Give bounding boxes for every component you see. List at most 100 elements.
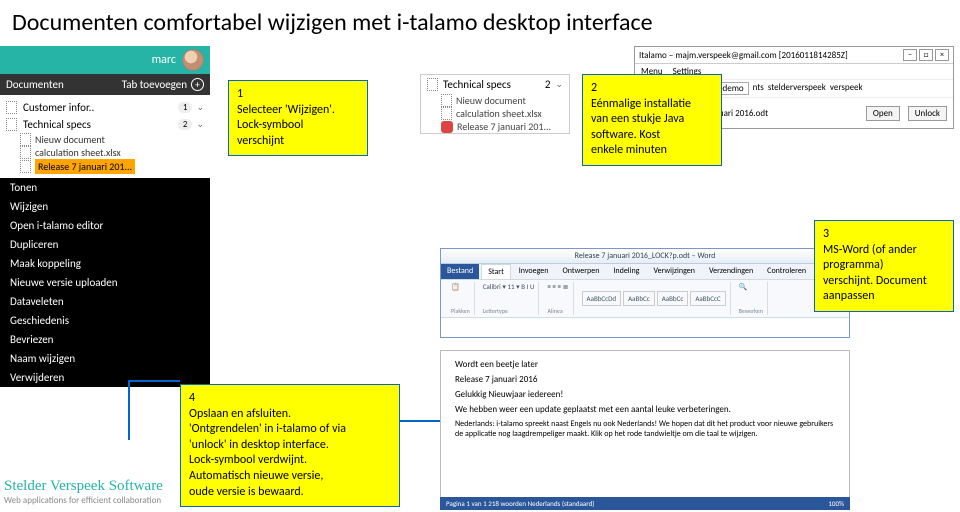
- callout-text: Lock-symbool: [237, 118, 359, 134]
- connector-line: [400, 420, 440, 422]
- word-status-bar: Pagina 1 van 1 218 woorden Nederlands (s…: [440, 497, 850, 510]
- connector-line: [130, 380, 180, 382]
- doc-row[interactable]: calculation sheet.xlsx: [0, 146, 210, 159]
- style-preview[interactable]: AaBbCcC: [690, 291, 725, 306]
- folder-label: Technical specs: [443, 78, 511, 91]
- ribbon-group[interactable]: 🔍Bewerken: [735, 282, 768, 315]
- ribbon-group[interactable]: ≡ ≡ ≡ ≣Alinea: [543, 282, 573, 315]
- context-menu-item[interactable]: Geschiedenis: [0, 311, 210, 330]
- folder-icon: [6, 118, 17, 131]
- context-menu-item[interactable]: Dataveleten: [0, 292, 210, 311]
- callout-text: Automatisch nieuwe versie,: [189, 469, 391, 485]
- word-document-body[interactable]: Wordt een beetje later Release 7 januari…: [440, 350, 850, 500]
- doc-icon: [441, 107, 452, 120]
- window-title: Italamo – majm.verspeek@gmail.com [20160…: [639, 50, 848, 61]
- tab[interactable]: verspeek: [830, 82, 863, 95]
- folder-label: Customer infor..: [23, 101, 94, 114]
- callout-num: 1: [237, 87, 359, 103]
- word-ribbon: 📋Plakken Calibri ▾ 11 ▾ B I ULettertype …: [441, 280, 849, 318]
- chevron-down-icon: ⌄: [555, 79, 563, 90]
- callout-text: 'unlock' in desktop interface.: [189, 438, 391, 454]
- page-title: Documenten comfortabel wijzigen met i-ta…: [0, 0, 960, 45]
- word-tab[interactable]: Start: [481, 264, 511, 279]
- word-window: Release 7 januari 2016_LOCK?p.odt – Word…: [440, 248, 850, 338]
- sidebar-header: marc: [0, 46, 210, 74]
- doc-row[interactable]: Nieuw document: [0, 133, 210, 146]
- context-menu-item[interactable]: Bevriezen: [0, 330, 210, 349]
- ribbon-group[interactable]: Calibri ▾ 11 ▾ B I ULettertype: [479, 282, 540, 315]
- ribbon-group[interactable]: 📋Plakken: [447, 282, 475, 315]
- folder-icon: [6, 101, 17, 114]
- avatar[interactable]: [182, 49, 204, 71]
- callout-text: oude versie is bewaard.: [189, 485, 391, 501]
- folder-list: Customer infor.. 1⌄ Technical specs 2⌄ N…: [0, 95, 210, 178]
- close-icon[interactable]: ×: [935, 49, 949, 61]
- callout-text: enkele minuten: [591, 143, 713, 159]
- open-button[interactable]: Open: [866, 106, 900, 121]
- callout-text: MS-Word (of ander: [823, 243, 945, 259]
- tab[interactable]: nts: [753, 82, 764, 95]
- folder-icon: [427, 78, 438, 91]
- unlock-button[interactable]: Unlock: [908, 106, 947, 121]
- chevron-down-icon: ⌄: [196, 102, 204, 113]
- username: marc: [152, 53, 176, 67]
- doc-row[interactable]: Release 7 januari 201...: [421, 120, 569, 133]
- callout-num: 3: [823, 227, 945, 243]
- count-badge: 2: [545, 78, 551, 91]
- folder-row[interactable]: Technical specs 2⌄: [0, 116, 210, 133]
- word-tabs: BestandStartInvoegenOntwerpenIndelingVer…: [441, 264, 849, 280]
- context-menu-item[interactable]: Nieuwe versie uploaden: [0, 273, 210, 292]
- plus-icon: +: [191, 78, 204, 91]
- style-preview[interactable]: AaBbCc: [623, 291, 655, 306]
- doc-row[interactable]: Nieuw document: [421, 94, 569, 107]
- callout-4: 4 Opslaan en afsluiten. 'Ontgrendelen' i…: [180, 384, 400, 507]
- tab-add[interactable]: Tab toevoegen +: [122, 78, 204, 91]
- brand-tagline: Web applications for efficient collabora…: [4, 495, 163, 506]
- count-badge: 1: [178, 102, 193, 113]
- popout-panel: Technical specs 2 ⌄ Nieuw document calcu…: [420, 74, 570, 134]
- word-tab[interactable]: Verwijzingen: [647, 264, 701, 279]
- footer: Stelder Verspeek Software Web applicatio…: [4, 478, 163, 506]
- folder-label: Technical specs: [23, 118, 91, 131]
- doc-paragraph: Release 7 januari 2016: [455, 374, 835, 385]
- callout-2: 2 Eénmalige installatie van een stukje J…: [582, 74, 722, 166]
- context-menu-item[interactable]: Verwijderen: [0, 368, 210, 387]
- doc-row-selected[interactable]: Release 7 januari 201...: [0, 159, 210, 174]
- word-tab[interactable]: Bestand: [441, 264, 479, 279]
- doc-label: Release 7 januari 201...: [35, 159, 135, 174]
- doc-icon: [20, 160, 31, 173]
- word-tab[interactable]: Controleren: [761, 264, 812, 279]
- folder-row[interactable]: Customer infor.. 1⌄: [0, 99, 210, 116]
- doc-label: Release 7 januari 201...: [457, 120, 551, 133]
- minimize-icon[interactable]: −: [903, 49, 917, 61]
- context-menu-item[interactable]: Open i-talamo editor: [0, 216, 210, 235]
- word-tab[interactable]: Ontwerpen: [556, 264, 605, 279]
- doc-paragraph: Nederlands: i-talamo spreekt naast Engel…: [455, 419, 835, 439]
- word-tab[interactable]: Indeling: [607, 264, 645, 279]
- tab[interactable]: stelderverspeek: [768, 82, 826, 95]
- callout-3: 3 MS-Word (of ander programma) verschijn…: [814, 220, 954, 312]
- context-menu-item[interactable]: Wijzigen: [0, 197, 210, 216]
- callout-text: Opslaan en afsluiten.: [189, 407, 391, 423]
- window-titlebar: Italamo – majm.verspeek@gmail.com [20160…: [635, 47, 953, 64]
- doc-row[interactable]: calculation sheet.xlsx: [421, 107, 569, 120]
- callout-text: software. Kost: [591, 128, 713, 144]
- callout-text: van een stukje Java: [591, 112, 713, 128]
- word-tab[interactable]: Invoegen: [513, 264, 555, 279]
- doc-label: Nieuw document: [456, 94, 526, 107]
- callout-text: 'Ontgrendelen' in i-talamo of via: [189, 422, 391, 438]
- word-tab[interactable]: Verzendingen: [703, 264, 759, 279]
- context-menu-item[interactable]: Naam wijzigen: [0, 349, 210, 368]
- context-menu-item[interactable]: Maak koppeling: [0, 254, 210, 273]
- context-menu: TonenWijzigenOpen i-talamo editorDuplice…: [0, 178, 210, 387]
- ribbon-group[interactable]: AaBbCcDd AaBbCc AaBbCc AaBbCcC: [578, 282, 731, 315]
- maximize-icon[interactable]: □: [919, 49, 933, 61]
- style-preview[interactable]: AaBbCc: [657, 291, 689, 306]
- context-menu-item[interactable]: Dupliceren: [0, 235, 210, 254]
- context-menu-item[interactable]: Tonen: [0, 178, 210, 197]
- style-preview[interactable]: AaBbCcDd: [582, 291, 622, 306]
- status-left: Pagina 1 van 1 218 woorden Nederlands (s…: [446, 499, 594, 508]
- lock-icon: [441, 121, 453, 133]
- documents-section-header: Documenten Tab toevoegen +: [0, 74, 210, 95]
- popout-header[interactable]: Technical specs 2 ⌄: [421, 75, 569, 94]
